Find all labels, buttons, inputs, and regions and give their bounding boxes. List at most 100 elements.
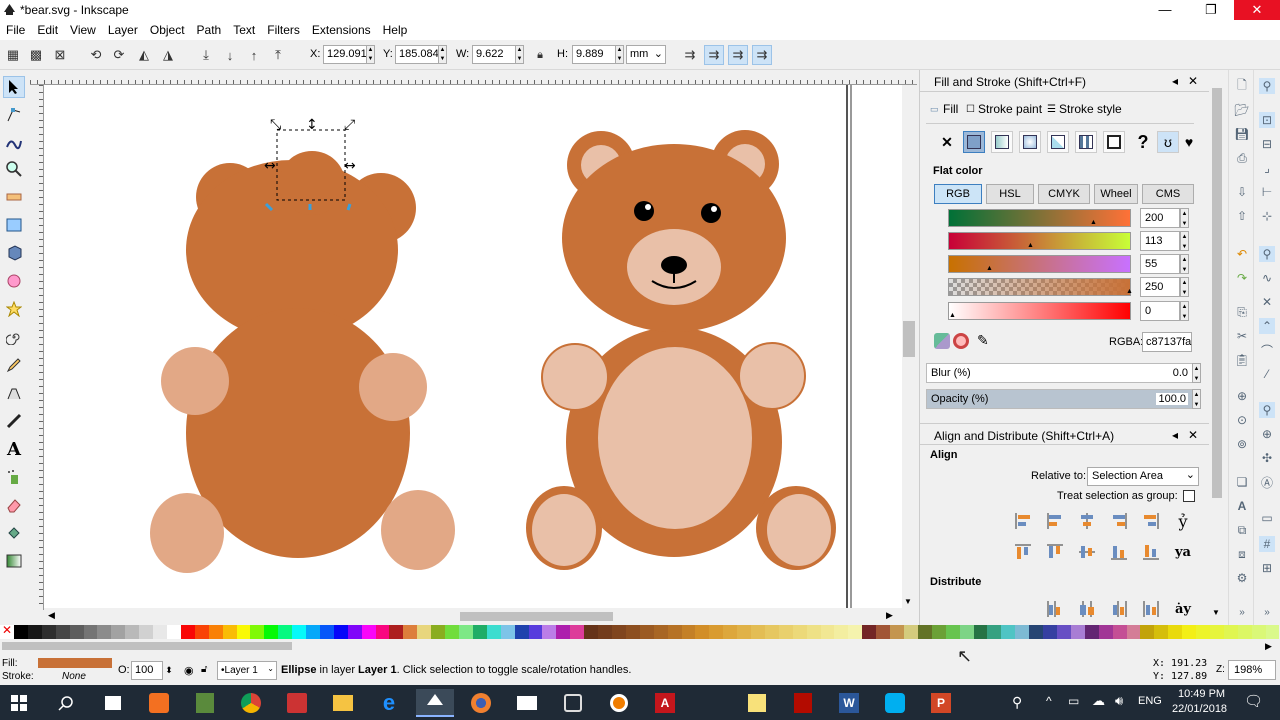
palette-swatch[interactable] xyxy=(69,625,84,639)
align-top-edges-icon[interactable] xyxy=(1043,540,1067,564)
align-bottom-edges-icon[interactable] xyxy=(1107,540,1131,564)
clock-time[interactable]: 10:49 PM xyxy=(1178,688,1225,700)
drawing-canvas[interactable]: ⤡ ↕ ⤢ ↔ ↔ xyxy=(44,85,902,608)
palette-swatch[interactable] xyxy=(250,625,265,639)
selector-tool-icon[interactable] xyxy=(3,76,25,98)
palette-swatch[interactable] xyxy=(139,625,154,639)
star-tool-icon[interactable] xyxy=(3,298,25,320)
palette-swatch[interactable] xyxy=(1112,625,1127,639)
h-spinner[interactable]: ▲ ▼ xyxy=(615,45,624,64)
no-color-swatch[interactable]: ✕ xyxy=(0,623,14,639)
snap-smooth-icon[interactable]: ⌒ xyxy=(1259,342,1275,358)
alpha-spinner[interactable]: ▲ ▼ xyxy=(1180,277,1189,297)
color-palette[interactable]: ✕ xyxy=(0,623,1280,639)
palette-swatch[interactable] xyxy=(792,625,807,639)
x-spinner[interactable]: ▲ ▼ xyxy=(366,45,375,64)
flat-color-icon[interactable] xyxy=(963,131,985,153)
palette-swatch[interactable] xyxy=(987,625,1002,639)
measure-tool-icon[interactable] xyxy=(3,186,25,208)
palette-swatch[interactable] xyxy=(500,625,515,639)
palette-swatch[interactable] xyxy=(598,625,612,639)
distribute-center-icon[interactable] xyxy=(1075,597,1099,621)
move-gradients-icon[interactable]: ⇉ xyxy=(728,45,748,65)
raise-top-icon[interactable]: ⤒ xyxy=(268,45,288,65)
palette-swatch[interactable] xyxy=(180,625,195,639)
palette-swatch[interactable] xyxy=(1154,625,1169,639)
app-red-icon[interactable] xyxy=(278,689,316,717)
skype-icon[interactable] xyxy=(876,689,914,717)
palette-swatch[interactable] xyxy=(1084,625,1099,639)
collapse-icon[interactable]: ◂ xyxy=(1172,74,1178,88)
vertical-scroll-thumb[interactable] xyxy=(903,321,915,357)
palette-swatch[interactable] xyxy=(1070,625,1085,639)
palette-swatch[interactable] xyxy=(737,625,752,639)
tab-stroke-style[interactable]: Stroke style xyxy=(1059,102,1122,116)
minimize-button[interactable]: — xyxy=(1142,0,1188,20)
palette-swatch[interactable] xyxy=(1196,625,1210,639)
palette-swatch[interactable] xyxy=(1265,625,1280,639)
align-right-to-left-icon[interactable] xyxy=(1011,509,1035,533)
zoom-selection-icon[interactable]: ⊕ xyxy=(1234,388,1250,404)
edit-xml-icon[interactable]: ⚙ xyxy=(1234,570,1250,586)
palette-scroll-right-icon[interactable]: ▶ xyxy=(1265,641,1272,652)
palette-swatch[interactable] xyxy=(472,625,487,639)
more-commands-icon[interactable]: » xyxy=(1234,604,1250,620)
palette-swatch[interactable] xyxy=(917,625,932,639)
snap-nodes-icon[interactable]: ⚲ xyxy=(1259,246,1275,262)
paste-icon[interactable]: 📋︎ xyxy=(1234,352,1250,368)
clone-icon[interactable]: ⧉ xyxy=(1234,522,1250,538)
palette-swatch[interactable] xyxy=(292,625,307,639)
app-orange-icon[interactable] xyxy=(140,689,178,717)
select-all-layers-icon[interactable]: ▩ xyxy=(26,45,46,65)
palette-swatch[interactable] xyxy=(83,625,98,639)
eraser-tool-icon[interactable] xyxy=(3,494,25,516)
canvas-drawing[interactable]: ⤡ ↕ ⤢ ↔ ↔ xyxy=(44,85,902,608)
y-input[interactable]: 185.084 xyxy=(395,45,439,64)
no-paint-icon[interactable]: ✕ xyxy=(936,131,958,153)
menu-file[interactable]: File xyxy=(0,20,31,37)
palette-swatch[interactable] xyxy=(778,625,793,639)
menu-filters[interactable]: Filters xyxy=(261,20,306,37)
distribute-right-icon[interactable] xyxy=(1107,597,1131,621)
select-all-icon[interactable]: ▦ xyxy=(3,45,23,65)
redo-icon[interactable]: ↷ xyxy=(1234,270,1250,286)
center-horizontal-axis-icon[interactable] xyxy=(1075,540,1099,564)
palette-swatch[interactable] xyxy=(222,625,237,639)
palette-swatch[interactable] xyxy=(264,625,279,639)
tray-chevron-icon[interactable]: ^ xyxy=(1046,694,1052,708)
palette-swatch[interactable] xyxy=(709,625,724,639)
blue-spinner[interactable]: ▲ ▼ xyxy=(1180,254,1189,274)
lower-bottom-icon[interactable]: ⤓ xyxy=(196,45,216,65)
flip-vertical-icon[interactable]: ◮ xyxy=(158,45,178,65)
palette-swatch[interactable] xyxy=(584,625,599,639)
align-close-icon[interactable]: ✕ xyxy=(1188,428,1198,442)
snap-cusp-icon[interactable]: ⌃ xyxy=(1259,318,1275,334)
palette-swatch[interactable] xyxy=(14,625,28,639)
layer-select[interactable]: •Layer 1 ⌄ xyxy=(217,661,277,680)
rotate-ccw-icon[interactable]: ⟲ xyxy=(86,45,106,65)
palette-swatch[interactable] xyxy=(695,625,710,639)
mode-cmyk[interactable]: CMYK xyxy=(1038,184,1090,204)
mail-icon[interactable] xyxy=(508,689,546,717)
deselect-icon[interactable]: ⊠ xyxy=(50,45,70,65)
firefox-icon[interactable] xyxy=(462,689,500,717)
lower-icon[interactable]: ↓ xyxy=(220,45,240,65)
copy-icon[interactable]: ⎘ xyxy=(1234,304,1250,320)
palette-swatch[interactable] xyxy=(1029,625,1044,639)
w-input[interactable]: 9.622 xyxy=(472,45,516,64)
palette-swatch[interactable] xyxy=(55,625,70,639)
linear-gradient-icon[interactable] xyxy=(991,131,1013,153)
inkscape-task-icon[interactable] xyxy=(416,689,454,717)
unset-paint-icon[interactable]: ? xyxy=(1132,131,1154,153)
palette-swatch[interactable] xyxy=(1237,625,1252,639)
pencil-tool-icon[interactable] xyxy=(3,354,25,376)
relative-to-select[interactable]: Selection Area ⌄ xyxy=(1087,467,1199,486)
palette-swatch[interactable] xyxy=(125,625,140,639)
align-bottom-to-top-icon[interactable] xyxy=(1011,540,1035,564)
onedrive-icon[interactable]: ☁ xyxy=(1092,693,1105,709)
import-icon[interactable]: ⇩ xyxy=(1234,184,1250,200)
palette-swatch[interactable] xyxy=(862,625,877,639)
palette-swatch[interactable] xyxy=(1056,625,1071,639)
snap-page-icon[interactable]: ▭ xyxy=(1259,510,1275,526)
palette-swatch[interactable] xyxy=(166,625,181,639)
